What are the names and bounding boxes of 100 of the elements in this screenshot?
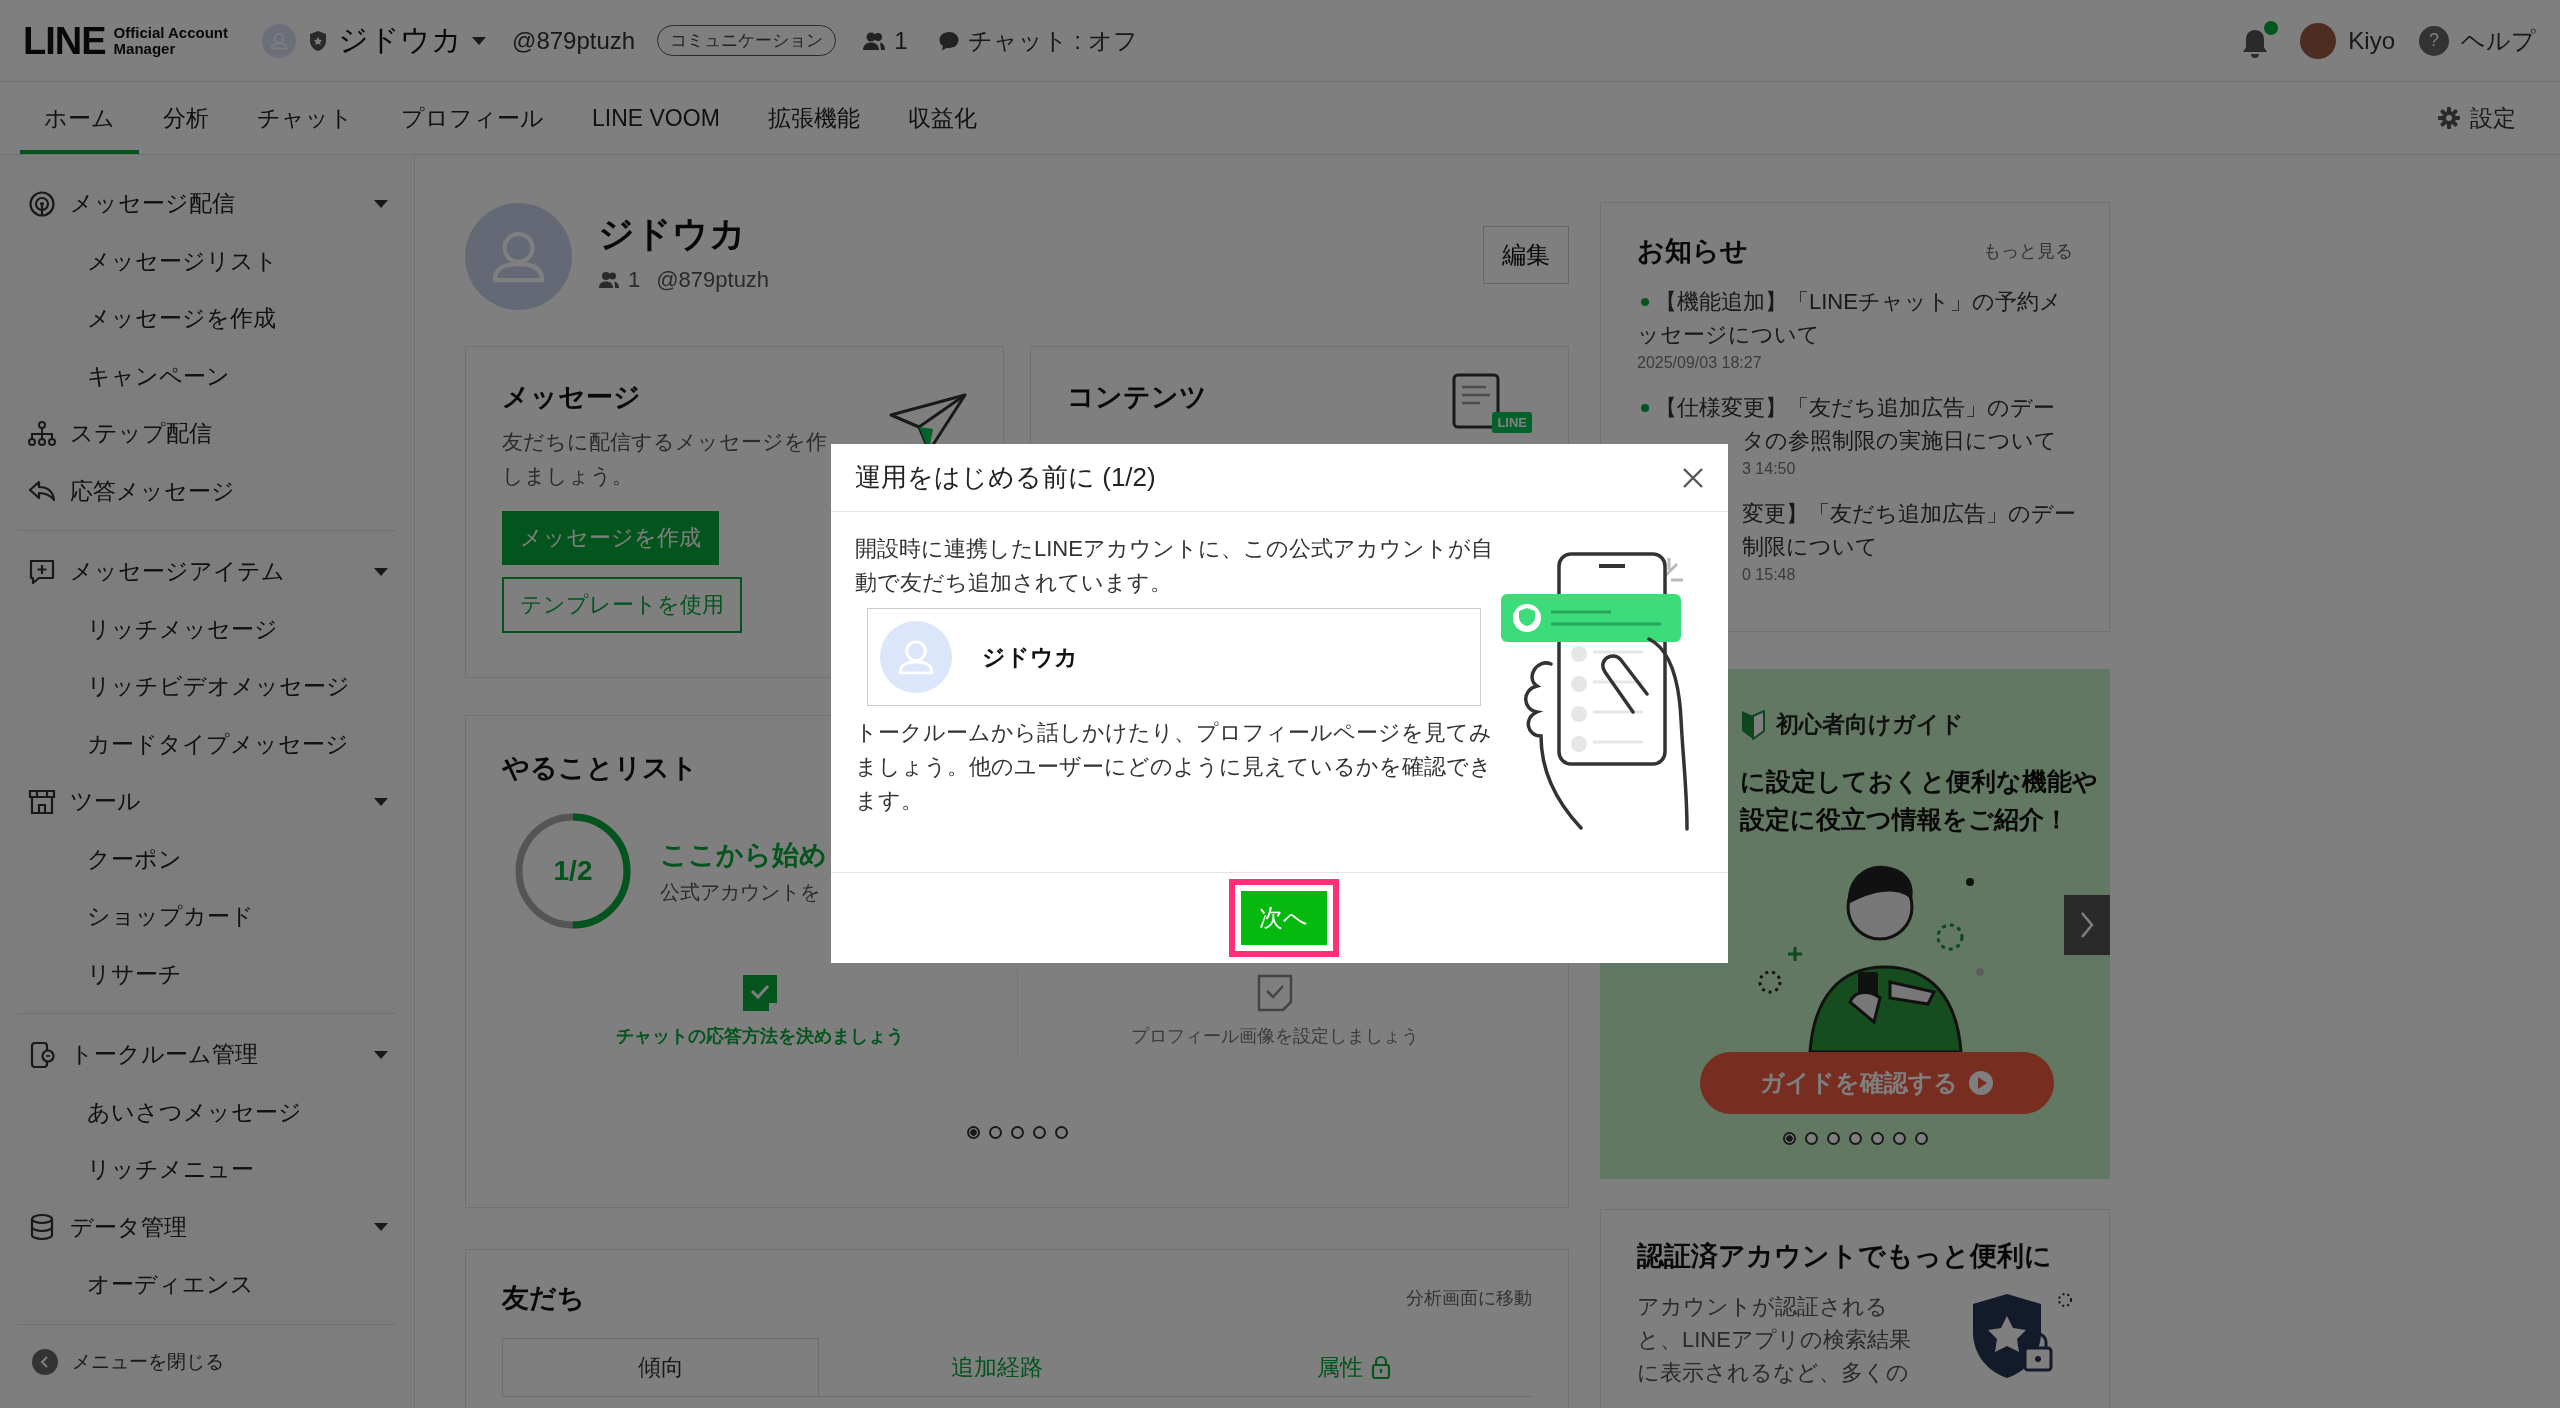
sidebar-subitem[interactable]: メッセージリスト: [18, 232, 396, 290]
carousel-dot[interactable]: [1892, 1132, 1906, 1145]
sidebar-subitem[interactable]: カードタイプメッセージ: [18, 715, 396, 773]
card-title: お知らせ: [1637, 235, 1748, 268]
people-icon: [598, 270, 620, 289]
card-title: 認証済アカウントでもっと便利に: [1637, 1240, 2052, 1273]
nav-tab[interactable]: 収益化: [883, 82, 1001, 154]
nav-tab[interactable]: チャット: [233, 82, 377, 154]
account-switcher[interactable]: ジドウカ: [262, 20, 487, 61]
friend-count: 1: [862, 26, 908, 55]
tab[interactable]: 傾向: [502, 1338, 819, 1396]
news-link[interactable]: ッセージについて: [1637, 318, 1820, 351]
dialog-text: 開設時に連携したLINEアカウントに、この公式アカウントが自動で友だち追加されています。: [855, 535, 1494, 597]
friend-count: 1: [598, 266, 641, 293]
use-template-button[interactable]: テンプレートを使用: [502, 577, 742, 633]
card-title: 友だち: [502, 1282, 585, 1315]
phone-chat-icon: [28, 1040, 56, 1069]
todo-heading: ここから始め: [660, 838, 827, 872]
carousel-dot[interactable]: [1782, 1132, 1796, 1145]
create-message-button[interactable]: メッセージを作成: [502, 511, 719, 565]
database-icon: [28, 1213, 56, 1242]
sidebar-item[interactable]: 応答メッセージ: [18, 462, 396, 520]
nav-tab[interactable]: プロフィール: [377, 82, 568, 154]
sidebar-item[interactable]: ステップ配信: [18, 405, 396, 463]
nav-tab[interactable]: 分析: [139, 82, 233, 154]
carousel-dot[interactable]: [1848, 1132, 1862, 1145]
sidebar-subitem[interactable]: オーディエンス: [18, 1256, 396, 1314]
account-id: @879ptuzh: [656, 266, 770, 293]
account-name: ジドウカ: [598, 211, 747, 256]
nav-tab[interactable]: LINE VOOM: [568, 82, 744, 154]
next-arrow-button[interactable]: [2064, 895, 2110, 955]
account-id: @879ptuzh: [512, 26, 636, 55]
caret-down-icon: [472, 36, 487, 45]
sidebar-subitem[interactable]: リッチビデオメッセージ: [18, 658, 396, 716]
card-description: アカウントが認証されると、LINEアプリの検索結果に表示されるなど、多くの: [1637, 1293, 1912, 1387]
news-link[interactable]: 変更】「友だち追加広告」のデー: [1742, 497, 2076, 530]
card-title: やることリスト: [502, 752, 698, 785]
news-link[interactable]: 【機能追加】「LINEチャット」の予約メ: [1655, 285, 2062, 318]
sidebar-subitem[interactable]: リッチメニュー: [18, 1141, 396, 1199]
todo-item-label[interactable]: プロフィール画像を設定しましょう: [1131, 1024, 1419, 1048]
dialog-title: 運用をはじめる前に (1/2): [855, 461, 1156, 494]
sidebar-subitem[interactable]: リサーチ: [18, 945, 396, 1003]
account-avatar-icon: [880, 621, 952, 693]
sidebar-subitem[interactable]: メッセージを作成: [18, 290, 396, 348]
carousel-dot[interactable]: [1804, 1132, 1818, 1145]
sidebar-item[interactable]: ツール: [18, 773, 396, 831]
settings-icon: [2438, 107, 2460, 129]
message-plus-icon: [28, 557, 56, 586]
help-icon: ?: [2419, 25, 2449, 56]
carousel-dot[interactable]: [1054, 1126, 1068, 1139]
sidebar-item[interactable]: データ管理: [18, 1198, 396, 1256]
notification-bell[interactable]: [2240, 20, 2279, 61]
carousel-dot[interactable]: [1914, 1132, 1928, 1145]
profile-avatar-icon: [465, 202, 572, 310]
sidebar-item[interactable]: メッセージ配信: [18, 175, 396, 233]
news-date: 2025/09/03 18:27: [1637, 353, 1763, 373]
hierarchy-icon: [28, 419, 56, 448]
news-link[interactable]: 制限について: [1742, 530, 1878, 563]
help-link[interactable]: ? ヘルプ: [2419, 24, 2536, 57]
news-link[interactable]: 【仕様変更】「友だち追加広告」のデー: [1655, 391, 2055, 424]
sidebar-item[interactable]: トークルーム管理: [18, 1026, 396, 1084]
account-name: ジドウカ: [982, 642, 1078, 672]
close-icon: [1682, 466, 1704, 489]
user-menu[interactable]: Kiyo: [2300, 22, 2395, 59]
shield-star-icon: [308, 29, 329, 52]
carousel-dot[interactable]: [1870, 1132, 1884, 1145]
dialog-text: トークルームから話しかけたり、プロフィールページを見てみましょう。他のユーザーにどのように見えているかを確認できます。: [855, 719, 1493, 815]
storefront-icon: [28, 787, 56, 816]
broadcast-icon: [28, 189, 56, 218]
next-button[interactable]: 次へ: [1240, 891, 1327, 945]
guide-headline: に設定しておくと便利な機能や 設定に役立つ情報をご紹介！: [1740, 766, 2098, 835]
guide-button[interactable]: ガイドを確認する: [1700, 1052, 2054, 1114]
settings-link[interactable]: 設定: [2438, 82, 2516, 154]
chat-status: チャット : オフ: [937, 24, 1138, 57]
news-link[interactable]: タの参照制限の実施日について: [1742, 424, 2057, 457]
more-link[interactable]: もっと見る: [1983, 239, 2073, 263]
chevron-left-icon: [32, 1348, 58, 1375]
carousel-dot[interactable]: [966, 1126, 980, 1139]
analysis-link[interactable]: 分析画面に移動: [1406, 1286, 1532, 1310]
carousel-dot[interactable]: [1826, 1132, 1840, 1145]
card-description: 友だちに配信するメッセージを作 しましょう。: [502, 429, 827, 489]
progress-count: 1/2: [553, 855, 593, 887]
close-menu-button[interactable]: メニューを閉じる: [18, 1336, 396, 1387]
card-title: メッセージ: [502, 381, 641, 414]
sidebar-subitem[interactable]: リッチメッセージ: [18, 600, 396, 658]
sidebar-item[interactable]: メッセージアイテム: [18, 543, 396, 601]
tab[interactable]: 属性: [1175, 1338, 1532, 1396]
close-button[interactable]: [1682, 466, 1704, 489]
carousel-dot[interactable]: [988, 1126, 1002, 1139]
sidebar-subitem[interactable]: キャンペーン: [18, 347, 396, 405]
sidebar-subitem[interactable]: あいさつメッセージ: [18, 1083, 396, 1141]
sidebar-subitem[interactable]: クーポン: [18, 830, 396, 888]
edit-button[interactable]: 編集: [1483, 226, 1569, 284]
carousel-dot[interactable]: [1010, 1126, 1024, 1139]
nav-tab[interactable]: 拡張機能: [743, 82, 884, 154]
sidebar-subitem[interactable]: ショップカード: [18, 888, 396, 946]
todo-subtext: 公式アカウントを: [660, 879, 821, 905]
logo-subtitle: Official Account Manager: [113, 24, 229, 57]
news-date: 0 15:48: [1742, 565, 1797, 585]
carousel-dot[interactable]: [1032, 1126, 1046, 1139]
